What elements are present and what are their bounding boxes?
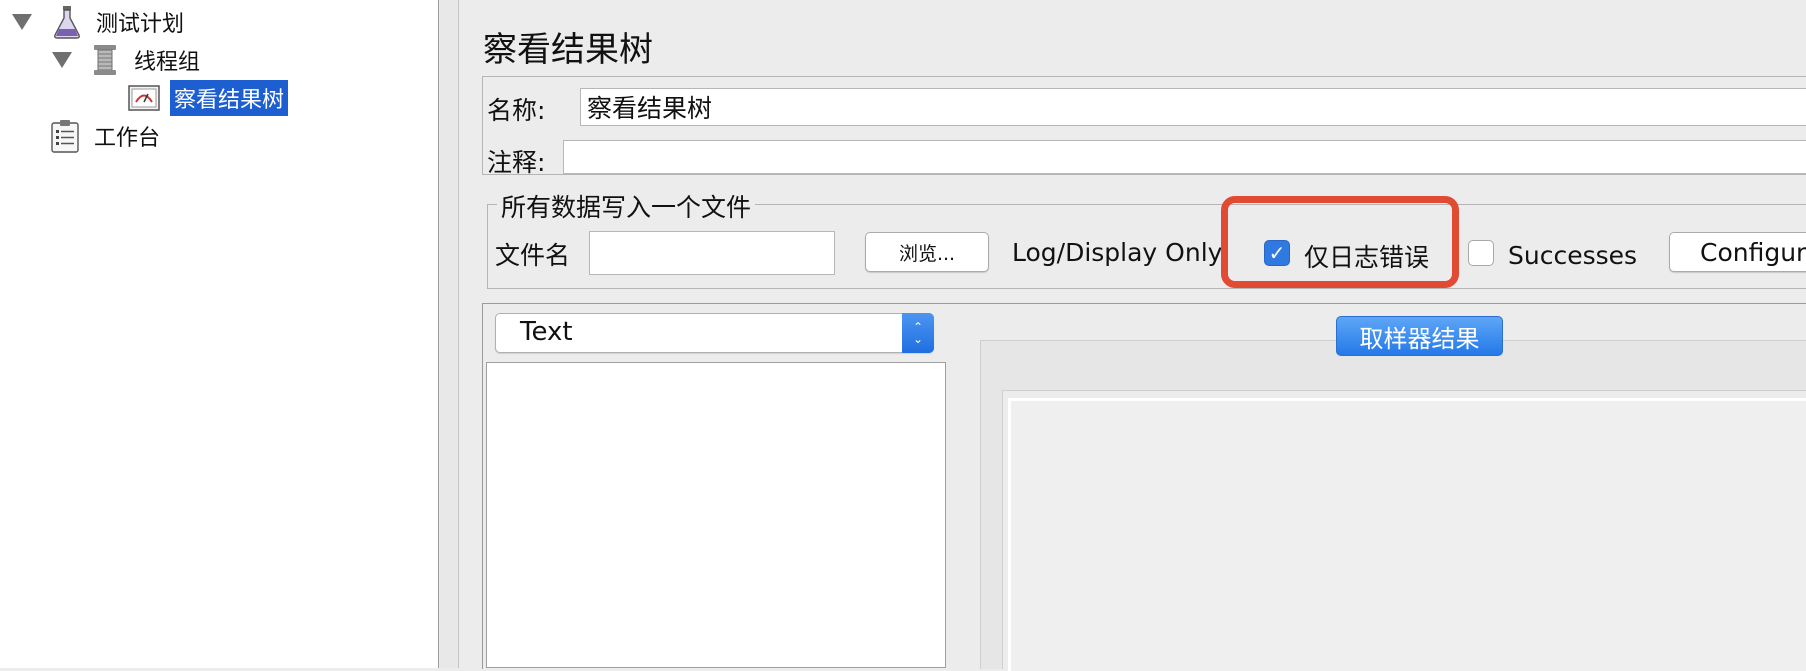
select-updown-arrow-icon[interactable]: ⌃ ⌄ — [902, 313, 934, 353]
configure-button[interactable]: Configure — [1669, 232, 1806, 272]
comment-field[interactable] — [563, 140, 1806, 174]
page-title: 察看结果树 — [483, 30, 653, 70]
view-results-tree-icon — [128, 85, 160, 111]
errors-only-checkbox[interactable]: ✓ — [1264, 240, 1290, 266]
successes-label: Successes — [1508, 241, 1638, 270]
checkmark-icon: ✓ — [1268, 241, 1286, 265]
sample-results-list[interactable] — [486, 362, 946, 668]
tree-item-label: 测试计划 — [96, 12, 185, 37]
tree-item-label: 线程组 — [134, 50, 201, 75]
test-plan-tree[interactable]: 测试计划 线程组 察看结果树 工作台 — [0, 0, 439, 668]
successes-checkbox[interactable] — [1468, 240, 1494, 266]
filename-label: 文件名 — [495, 241, 571, 270]
renderer-select-value: Text — [520, 317, 573, 347]
browse-button[interactable]: 浏览... — [865, 232, 989, 272]
tree-item-label-selected: 察看结果树 — [170, 80, 289, 116]
thread-group-spool-icon — [90, 43, 120, 77]
expand-triangle-icon[interactable] — [12, 14, 32, 30]
tree-item-workbench[interactable]: 工作台 — [50, 118, 164, 154]
errors-only-label: 仅日志错误 — [1304, 243, 1430, 272]
workbench-clipboard-icon — [50, 119, 80, 153]
tree-item-view-results-tree[interactable]: 察看结果树 — [128, 80, 289, 116]
tree-item-test-plan[interactable]: 测试计划 — [12, 4, 188, 40]
tree-item-thread-group[interactable]: 线程组 — [52, 42, 204, 78]
name-label: 名称: — [487, 96, 546, 125]
sampler-result-text-area[interactable] — [1008, 398, 1806, 671]
write-to-file-group-title: 所有数据写入一个文件 — [497, 188, 756, 224]
tree-item-label: 工作台 — [94, 126, 161, 151]
log-display-only-label: Log/Display Only: — [1012, 238, 1230, 267]
name-field-value: 察看结果树 — [587, 94, 713, 123]
filename-input[interactable] — [589, 231, 835, 275]
tab-sampler-result[interactable]: 取样器结果 — [1336, 316, 1503, 356]
name-field[interactable]: 察看结果树 — [580, 88, 1806, 126]
split-pane-divider[interactable] — [440, 0, 459, 668]
expand-triangle-icon[interactable] — [52, 52, 72, 68]
test-plan-flask-icon — [52, 5, 82, 39]
comment-label: 注释: — [487, 148, 546, 177]
